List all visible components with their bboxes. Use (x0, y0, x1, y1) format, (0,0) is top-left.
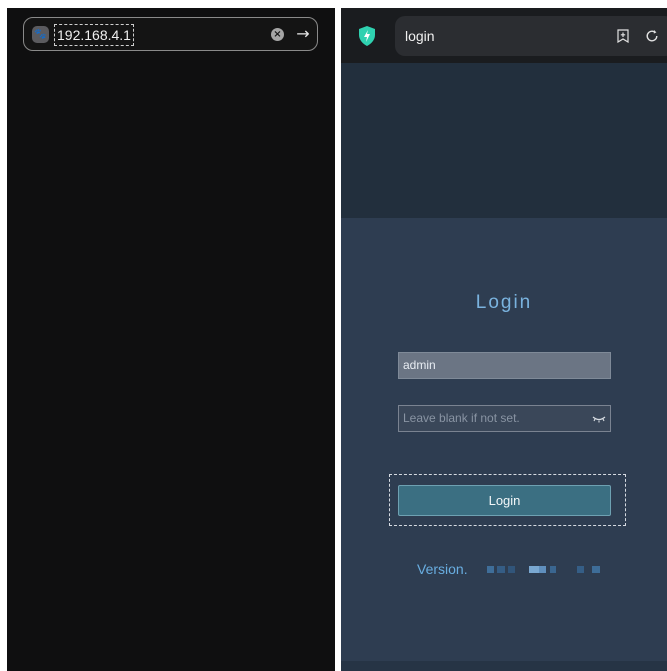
login-button[interactable]: Login (398, 485, 611, 516)
page-title: Login (475, 292, 533, 313)
redacted-pixel (539, 566, 546, 573)
arrow-right-icon[interactable]: → (294, 23, 312, 45)
redacted-pixel (529, 566, 539, 573)
right-address-bar[interactable]: login (395, 16, 667, 56)
redacted-pixel (577, 566, 584, 573)
header-band (341, 63, 667, 218)
shield-lightning-icon[interactable] (358, 26, 376, 46)
paw-icon[interactable]: 🐾 (32, 26, 49, 43)
username-input[interactable]: admin (398, 352, 611, 379)
bottom-strip (341, 661, 667, 671)
redacted-pixel (487, 566, 494, 573)
password-placeholder: Leave blank if not set. (403, 411, 520, 425)
clear-circle-icon[interactable]: × (271, 28, 284, 41)
right-browser-toolbar: login (341, 8, 667, 63)
eye-closed-icon[interactable] (592, 412, 606, 424)
version-info: Version. (417, 559, 617, 579)
bookmark-plus-icon[interactable] (617, 29, 629, 43)
reload-icon[interactable] (645, 29, 659, 43)
right-url-text[interactable]: login (405, 16, 435, 56)
redacted-pixel (550, 566, 556, 573)
password-input[interactable]: Leave blank if not set. (398, 405, 611, 432)
version-label: Version. (417, 561, 468, 577)
right-browser-panel: login Login admin Leave blank if not set… (341, 8, 667, 671)
left-browser-panel: 🐾 192.168.4.1 × → (7, 8, 335, 671)
redacted-pixel (508, 566, 515, 573)
left-url-input[interactable]: 192.168.4.1 (54, 24, 134, 46)
redacted-pixel (497, 566, 505, 573)
left-address-bar[interactable]: 🐾 192.168.4.1 × → (23, 17, 318, 51)
redacted-pixel (592, 566, 600, 573)
screenshot-stage: 🐾 192.168.4.1 × → login Login admin Leav… (0, 0, 667, 671)
